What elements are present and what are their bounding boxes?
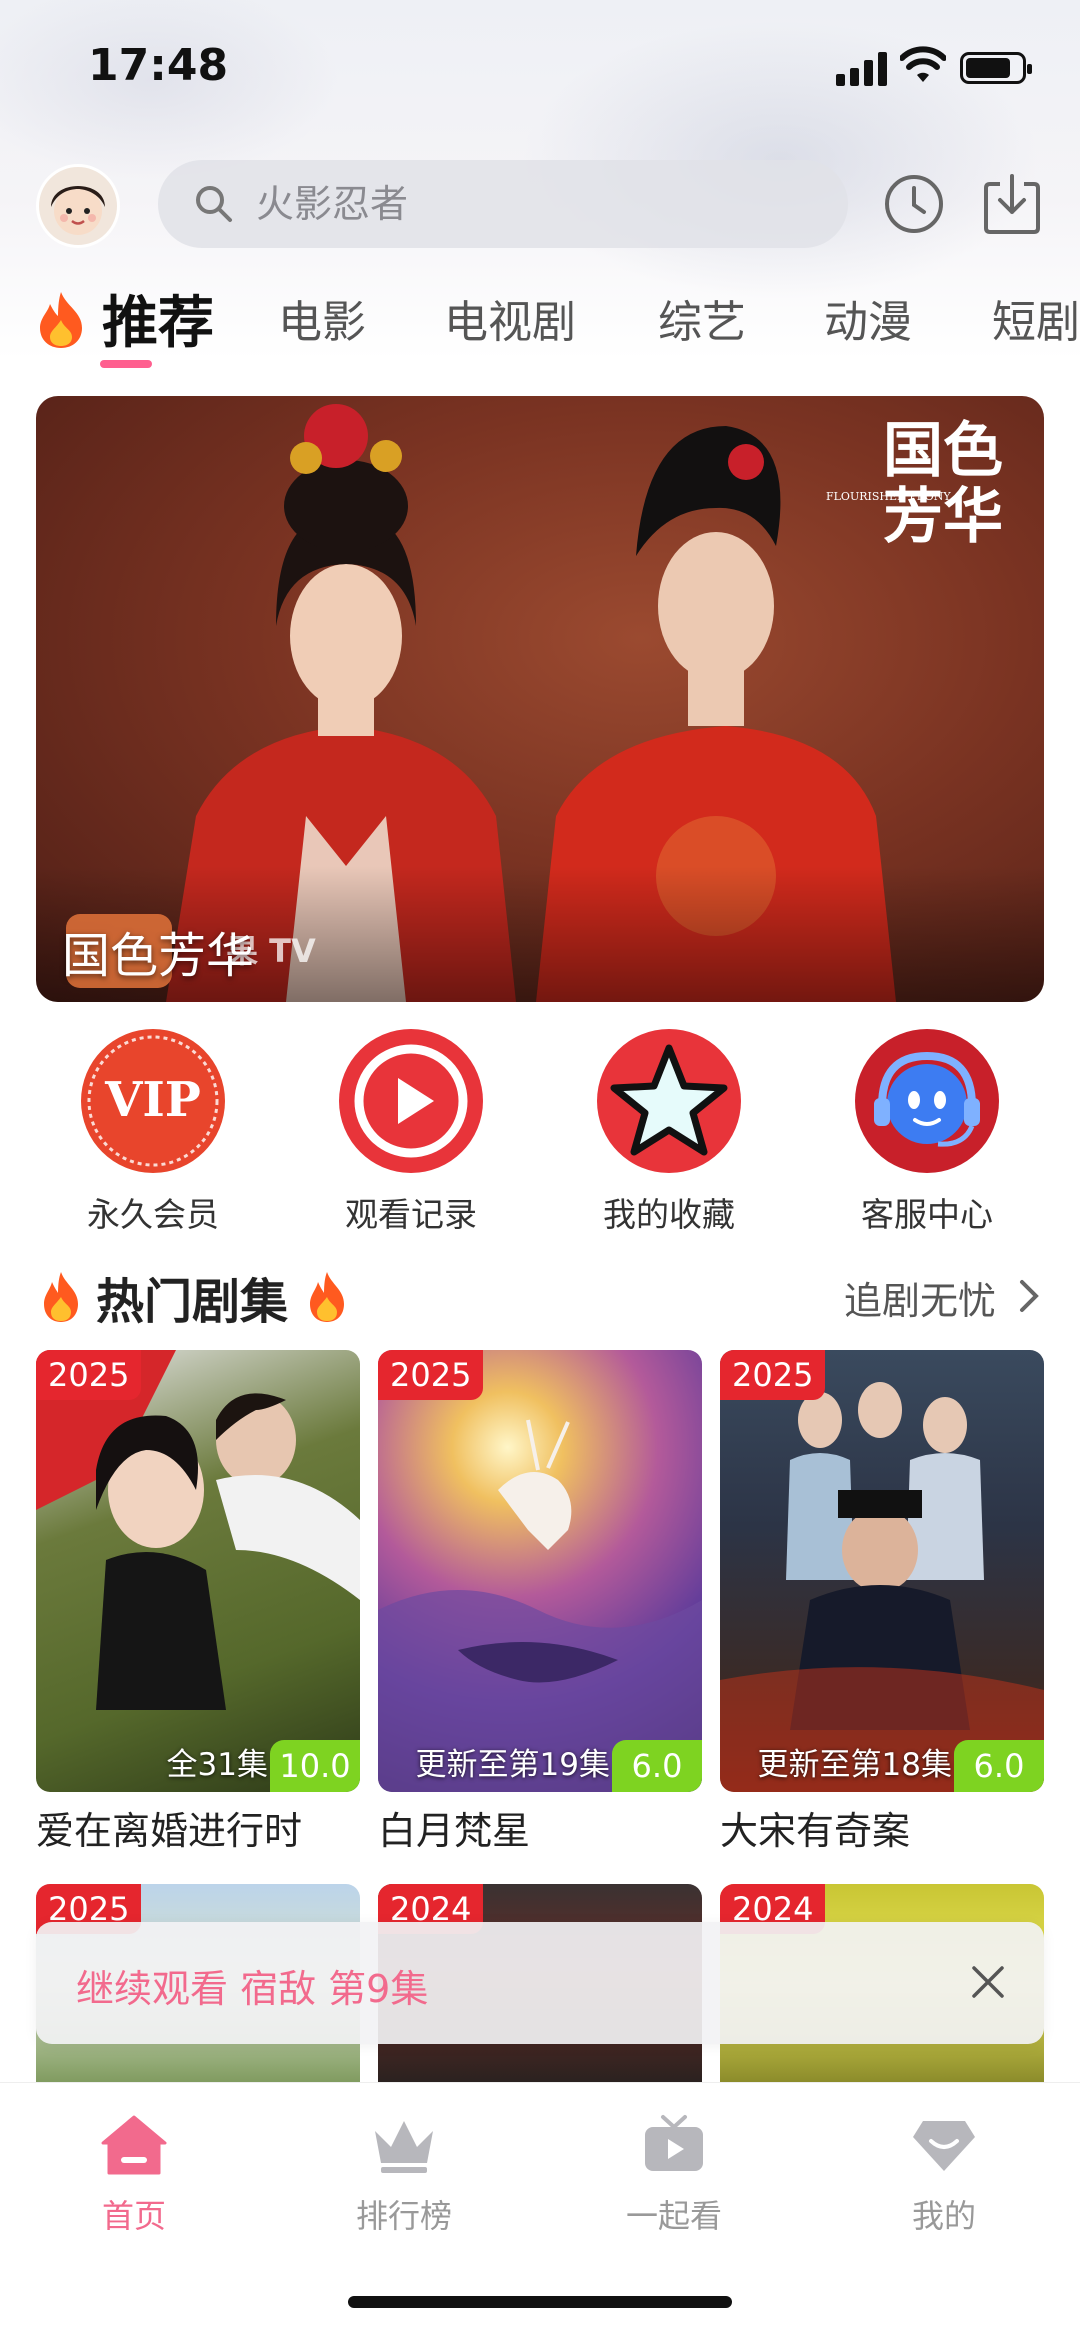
tab-anime[interactable]: 动漫 — [824, 286, 912, 350]
nav-profile[interactable]: 我的 — [854, 2113, 1034, 2237]
tab-short-drama[interactable]: 短剧 — [992, 286, 1080, 350]
drama-card[interactable]: 2025 全31集 10.0 爱在离婚进行时 — [36, 1350, 360, 1855]
svg-text:VIP: VIP — [104, 1072, 201, 1128]
close-icon[interactable] — [968, 1962, 1008, 2002]
home-indicator — [348, 2296, 732, 2308]
quick-customer-service[interactable]: 客服中心 — [822, 1024, 1002, 1234]
drama-title[interactable]: 大宋有奇案 — [720, 1800, 1044, 1855]
quick-favorites[interactable]: 我的收藏 — [564, 1024, 744, 1234]
search-input[interactable] — [256, 160, 816, 248]
vip-icon: VIP — [81, 1029, 225, 1173]
episode-info: 全31集 — [166, 1747, 268, 1783]
category-tabs: 推荐 电影 电视剧 综艺 动漫 短剧 — [0, 276, 1080, 376]
drama-title[interactable]: 白月梵星 — [378, 1800, 702, 1855]
banner-title: 国色芳华 — [62, 928, 255, 984]
score-badge: 6.0 — [954, 1740, 1044, 1792]
hot-dramas-header: 热门剧集 追剧无忧 — [36, 1262, 1044, 1332]
nav-watch-together-label: 一起看 — [625, 2197, 722, 2235]
banner-poster-title: 国色芳华 — [883, 416, 1003, 552]
wifi-icon — [900, 46, 946, 82]
tab-movies[interactable]: 电影 — [278, 286, 366, 350]
quick-vip-label: 永久会员 — [87, 1195, 219, 1234]
cellular-signal-icon — [836, 52, 888, 86]
active-tab-indicator — [100, 360, 152, 368]
fire-icon — [310, 1272, 344, 1322]
quick-vip-member[interactable]: VIP 永久会员 — [48, 1024, 228, 1234]
crown-icon — [375, 2121, 433, 2173]
score-badge: 10.0 — [270, 1740, 360, 1792]
poster-artwork — [378, 1419, 702, 1792]
episode-info: 更新至第19集 — [415, 1747, 610, 1783]
year-badge: 2025 — [720, 1350, 826, 1400]
nav-home-label: 首页 — [101, 2197, 166, 2235]
nav-ranking-label: 排行榜 — [355, 2197, 452, 2235]
drama-card[interactable]: 2025 更新至第19集 6.0 白月梵星 — [378, 1350, 702, 1855]
drama-card[interactable]: 2025 更新至第18集 6.0 大宋有奇案 — [720, 1350, 1044, 1855]
drama-poster[interactable]: 2025 更新至第18集 6.0 — [720, 1350, 1044, 1792]
nav-watch-together[interactable]: 一起看 — [584, 2113, 764, 2237]
poster-artwork — [720, 1382, 1044, 1792]
tab-recommend[interactable]: 推荐 — [102, 278, 214, 359]
chevron-right-icon[interactable] — [1014, 1276, 1044, 1316]
score-badge: 6.0 — [612, 1740, 702, 1792]
nav-profile-label: 我的 — [911, 2197, 976, 2235]
home-icon — [101, 2115, 167, 2175]
poster-artwork — [36, 1350, 360, 1710]
avatar[interactable] — [36, 164, 120, 248]
status-bar: 17:48 — [0, 0, 1080, 140]
banner-poster-subtitle: FLOURISHED PEONY — [826, 490, 951, 503]
play-history-icon — [339, 1029, 483, 1173]
history-clock-icon[interactable] — [882, 172, 946, 236]
status-time: 17:48 — [88, 40, 229, 91]
nav-ranking[interactable]: 排行榜 — [314, 2113, 494, 2237]
profile-diamond-icon — [913, 2121, 975, 2171]
year-badge: 2025 — [378, 1350, 484, 1400]
drama-poster[interactable]: 2025 全31集 10.0 — [36, 1350, 360, 1792]
drama-title[interactable]: 爱在离婚进行时 — [36, 1800, 360, 1855]
quick-favorites-label: 我的收藏 — [603, 1195, 735, 1234]
tab-tv-series[interactable]: 电视剧 — [444, 286, 576, 350]
section-title: 热门剧集 — [96, 1274, 289, 1330]
section-more-link[interactable]: 追剧无忧 — [844, 1270, 996, 1325]
continue-watching-bar[interactable]: 继续观看 宿敌 第9集 — [36, 1922, 1044, 2044]
fire-icon — [44, 1272, 78, 1322]
customer-service-icon — [855, 1029, 999, 1173]
continue-watching-text[interactable]: 继续观看 宿敌 第9集 — [76, 1958, 428, 2013]
download-icon[interactable] — [980, 170, 1044, 236]
fire-icon — [40, 292, 82, 348]
search-bar[interactable] — [158, 160, 848, 248]
year-badge: 2025 — [36, 1350, 142, 1400]
episode-info: 更新至第18集 — [757, 1747, 952, 1783]
battery-icon — [960, 52, 1032, 84]
nav-home[interactable]: 首页 — [44, 2113, 224, 2237]
tab-variety[interactable]: 综艺 — [658, 286, 746, 350]
quick-watch-history[interactable]: 观看记录 — [306, 1024, 486, 1234]
featured-banner[interactable]: 国色芳华 FLOURISHED PEONY 果 TV 国色芳华 — [36, 396, 1044, 1002]
drama-poster[interactable]: 2025 更新至第19集 6.0 — [378, 1350, 702, 1792]
tv-icon — [645, 2115, 703, 2171]
star-icon — [597, 1029, 741, 1173]
quick-history-label: 观看记录 — [345, 1195, 477, 1234]
search-icon — [196, 186, 232, 222]
quick-service-label: 客服中心 — [861, 1195, 993, 1234]
